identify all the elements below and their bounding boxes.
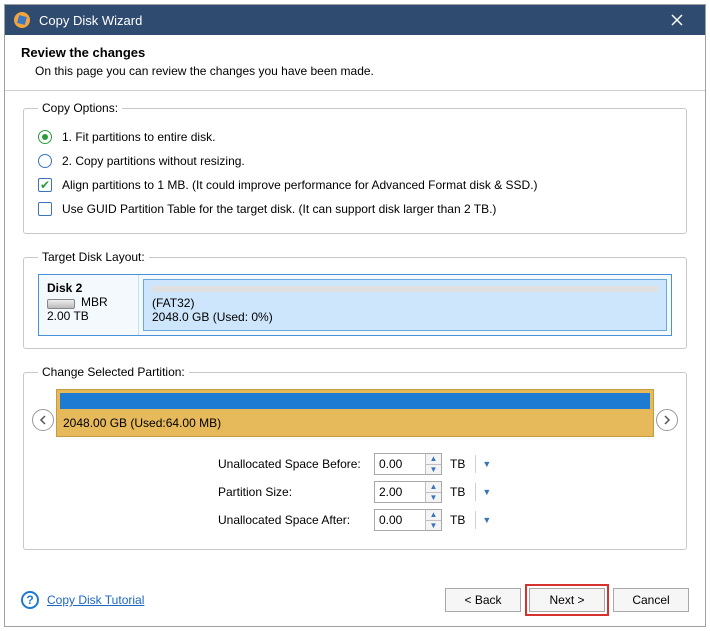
checkbox-unchecked-icon (38, 202, 52, 216)
cancel-button[interactable]: Cancel (613, 588, 689, 612)
app-icon (13, 11, 31, 29)
spin-up-icon[interactable]: ▲ (426, 482, 441, 493)
change-partition-legend: Change Selected Partition: (38, 365, 189, 379)
spin-down-icon[interactable]: ▼ (426, 493, 441, 503)
disk-icon (47, 299, 75, 309)
wizard-header: Review the changes On this page you can … (5, 35, 705, 91)
tutorial-link[interactable]: Copy Disk Tutorial (47, 593, 144, 607)
unit-dropdown-icon[interactable]: ▼ (475, 455, 497, 473)
option-copy-without-resize[interactable]: 2. Copy partitions without resizing. (38, 149, 672, 173)
spin-down-icon[interactable]: ▼ (426, 465, 441, 475)
disk-info: Disk 2 MBR 2.00 TB (39, 275, 139, 335)
close-icon[interactable] (657, 5, 697, 35)
unalloc-after-unit: TB (450, 513, 465, 527)
unit-dropdown-icon[interactable]: ▼ (475, 483, 497, 501)
unalloc-after-value[interactable] (375, 510, 425, 530)
page-title: Review the changes (21, 45, 689, 60)
page-subtitle: On this page you can review the changes … (35, 64, 689, 78)
option-fit-partitions[interactable]: 1. Fit partitions to entire disk. (38, 125, 672, 149)
help-icon[interactable]: ? (21, 591, 39, 609)
copy-options-legend: Copy Options: (38, 101, 122, 115)
option-guid-label: Use GUID Partition Table for the target … (62, 202, 496, 216)
partition-bar[interactable]: (FAT32) 2048.0 GB (Used: 0%) (143, 279, 667, 331)
option-align-1mb[interactable]: ✔ Align partitions to 1 MB. (It could im… (38, 173, 672, 197)
partition-size-input[interactable]: ▲▼ (374, 481, 442, 503)
partition-usage-bar (152, 286, 658, 292)
checkbox-checked-icon: ✔ (38, 178, 52, 192)
disk-size: 2.00 TB (47, 309, 130, 323)
spin-up-icon[interactable]: ▲ (426, 454, 441, 465)
partition-size-unit: TB (450, 485, 465, 499)
unalloc-before-label: Unallocated Space Before: (218, 457, 374, 471)
unalloc-before-value[interactable] (375, 454, 425, 474)
spin-up-icon[interactable]: ▲ (426, 510, 441, 521)
selected-partition-label: 2048.00 GB (Used:64.00 MB) (57, 412, 653, 436)
option-use-guid[interactable]: Use GUID Partition Table for the target … (38, 197, 672, 221)
next-partition-button[interactable] (656, 409, 678, 431)
copy-options-group: Copy Options: 1. Fit partitions to entir… (23, 101, 687, 234)
disk-name: Disk 2 (47, 281, 130, 295)
target-disk-layout-group: Target Disk Layout: Disk 2 MBR 2.00 TB (… (23, 250, 687, 349)
unit-dropdown-icon[interactable]: ▼ (475, 511, 497, 529)
option-fit-label: 1. Fit partitions to entire disk. (62, 130, 215, 144)
unalloc-after-input[interactable]: ▲▼ (374, 509, 442, 531)
disk-scheme: MBR (81, 295, 108, 309)
partition-fill-bar (60, 393, 650, 409)
radio-unselected-icon (38, 154, 52, 168)
unalloc-after-label: Unallocated Space After: (218, 513, 374, 527)
partition-size-label: Partition Size: (218, 485, 374, 499)
change-partition-group: Change Selected Partition: 2048.00 GB (U… (23, 365, 687, 550)
wizard-window: Copy Disk Wizard Review the changes On t… (4, 4, 706, 627)
back-button[interactable]: < Back (445, 588, 521, 612)
radio-selected-icon (38, 130, 52, 144)
spin-down-icon[interactable]: ▼ (426, 521, 441, 531)
partition-fs: (FAT32) (152, 296, 658, 310)
target-layout-legend: Target Disk Layout: (38, 250, 149, 264)
partition-size-value[interactable] (375, 482, 425, 502)
option-align-label: Align partitions to 1 MB. (It could impr… (62, 178, 538, 192)
window-title: Copy Disk Wizard (39, 13, 657, 28)
selected-partition-block[interactable]: 2048.00 GB (Used:64.00 MB) (56, 389, 654, 437)
unalloc-before-input[interactable]: ▲▼ (374, 453, 442, 475)
unalloc-before-unit: TB (450, 457, 465, 471)
prev-partition-button[interactable] (32, 409, 54, 431)
partition-usage-text: 2048.0 GB (Used: 0%) (152, 310, 658, 324)
option-noresize-label: 2. Copy partitions without resizing. (62, 154, 245, 168)
next-button[interactable]: Next > (529, 588, 605, 612)
titlebar: Copy Disk Wizard (5, 5, 705, 35)
disk-row[interactable]: Disk 2 MBR 2.00 TB (FAT32) 2048.0 GB (Us… (38, 274, 672, 336)
wizard-footer: ? Copy Disk Tutorial < Back Next > Cance… (5, 578, 705, 626)
